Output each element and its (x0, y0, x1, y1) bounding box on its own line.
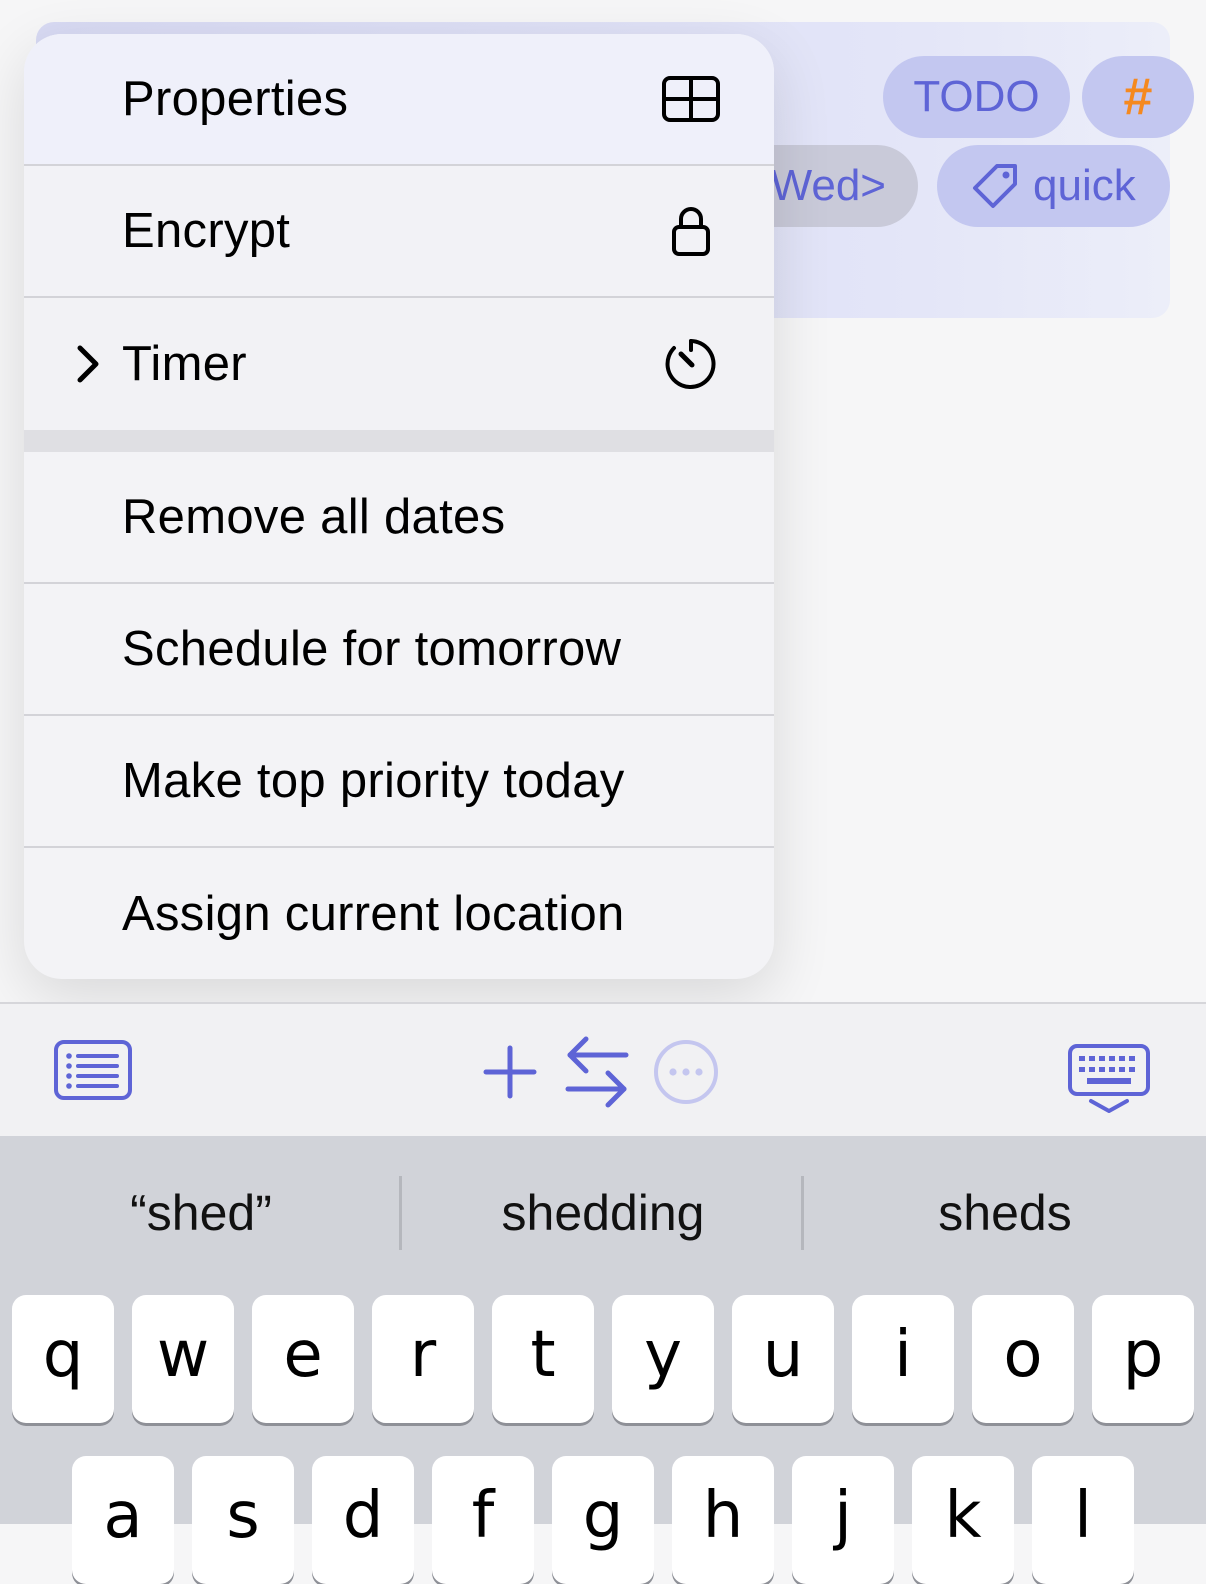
suggestion-2[interactable]: shedding (402, 1136, 804, 1290)
menu-item-label: Assign current location (122, 886, 625, 941)
todo-chip-label: TODO (913, 72, 1040, 121)
key-l[interactable]: l (1032, 1456, 1134, 1584)
key-label: q (42, 1318, 84, 1392)
lock-icon (660, 200, 722, 262)
suggestion-3[interactable]: sheds (804, 1136, 1206, 1290)
menu-item-remove-all-dates[interactable]: Remove all dates (24, 452, 774, 584)
outline-list-icon[interactable] (52, 1038, 134, 1102)
key-r[interactable]: r (372, 1295, 474, 1423)
key-f[interactable]: f (432, 1456, 534, 1584)
key-w[interactable]: w (132, 1295, 234, 1423)
key-label: u (762, 1318, 804, 1392)
key-label: y (644, 1318, 682, 1392)
menu-item-label: Properties (122, 72, 349, 126)
key-p[interactable]: p (1092, 1295, 1194, 1423)
key-label: f (471, 1479, 495, 1553)
swap-icon[interactable] (562, 1034, 632, 1110)
key-label: t (530, 1318, 556, 1392)
hashtag-chip-label: # (1123, 68, 1153, 126)
key-label: r (409, 1318, 437, 1392)
key-g[interactable]: g (552, 1456, 654, 1584)
keyboard: “shed” shedding sheds q w e r t y u i o … (0, 1136, 1206, 1584)
tag-chip[interactable]: quick (937, 145, 1170, 227)
menu-item-label: Schedule for tomorrow (122, 622, 622, 676)
key-label: p (1122, 1318, 1164, 1392)
menu-item-label: Make top priority today (122, 754, 625, 808)
key-label: a (103, 1479, 143, 1553)
tag-chip-label: quick (1033, 161, 1136, 210)
menu-item-label: Encrypt (122, 204, 291, 258)
key-i[interactable]: i (852, 1295, 954, 1423)
chevron-right-icon (77, 345, 99, 383)
key-label: g (582, 1479, 624, 1553)
key-k[interactable]: k (912, 1456, 1014, 1584)
suggestion-1[interactable]: “shed” (0, 1136, 402, 1290)
key-label: e (283, 1318, 323, 1392)
key-label: o (1003, 1318, 1043, 1392)
key-label: w (156, 1318, 210, 1392)
table-icon (660, 68, 722, 130)
key-d[interactable]: d (312, 1456, 414, 1584)
key-label: k (944, 1479, 982, 1553)
key-label: j (834, 1479, 852, 1553)
menu-item-properties[interactable]: Properties (24, 34, 774, 166)
key-label: l (1074, 1479, 1092, 1553)
keyboard-dismiss-icon[interactable] (1066, 1042, 1152, 1116)
todo-chip[interactable]: TODO (883, 56, 1070, 138)
context-menu: Properties Encrypt Timer Remove all date… (24, 34, 774, 979)
editor-toolbar (0, 1002, 1206, 1136)
menu-item-schedule-tomorrow[interactable]: Schedule for tomorrow (24, 584, 774, 716)
key-a[interactable]: a (72, 1456, 174, 1584)
add-icon[interactable] (480, 1042, 540, 1102)
menu-group-separator (24, 430, 774, 452)
menu-item-top-priority[interactable]: Make top priority today (24, 716, 774, 848)
key-q[interactable]: q (12, 1295, 114, 1423)
menu-item-label: Timer (122, 337, 247, 391)
key-label: h (702, 1479, 744, 1553)
key-e[interactable]: e (252, 1295, 354, 1423)
menu-item-assign-location[interactable]: Assign current location (24, 848, 774, 979)
tag-icon (973, 164, 1017, 208)
date-chip-label: Wed> (770, 161, 886, 210)
key-u[interactable]: u (732, 1295, 834, 1423)
key-o[interactable]: o (972, 1295, 1074, 1423)
menu-item-encrypt[interactable]: Encrypt (24, 166, 774, 298)
hashtag-chip[interactable]: # (1082, 56, 1194, 138)
timer-icon (660, 333, 722, 395)
key-h[interactable]: h (672, 1456, 774, 1584)
key-j[interactable]: j (792, 1456, 894, 1584)
key-label: d (342, 1479, 384, 1553)
menu-item-timer[interactable]: Timer (24, 298, 774, 430)
key-s[interactable]: s (192, 1456, 294, 1584)
more-icon[interactable] (652, 1038, 720, 1106)
key-label: i (894, 1318, 912, 1392)
key-y[interactable]: y (612, 1295, 714, 1423)
menu-item-label: Remove all dates (122, 490, 506, 544)
key-label: s (226, 1479, 260, 1553)
key-t[interactable]: t (492, 1295, 594, 1423)
